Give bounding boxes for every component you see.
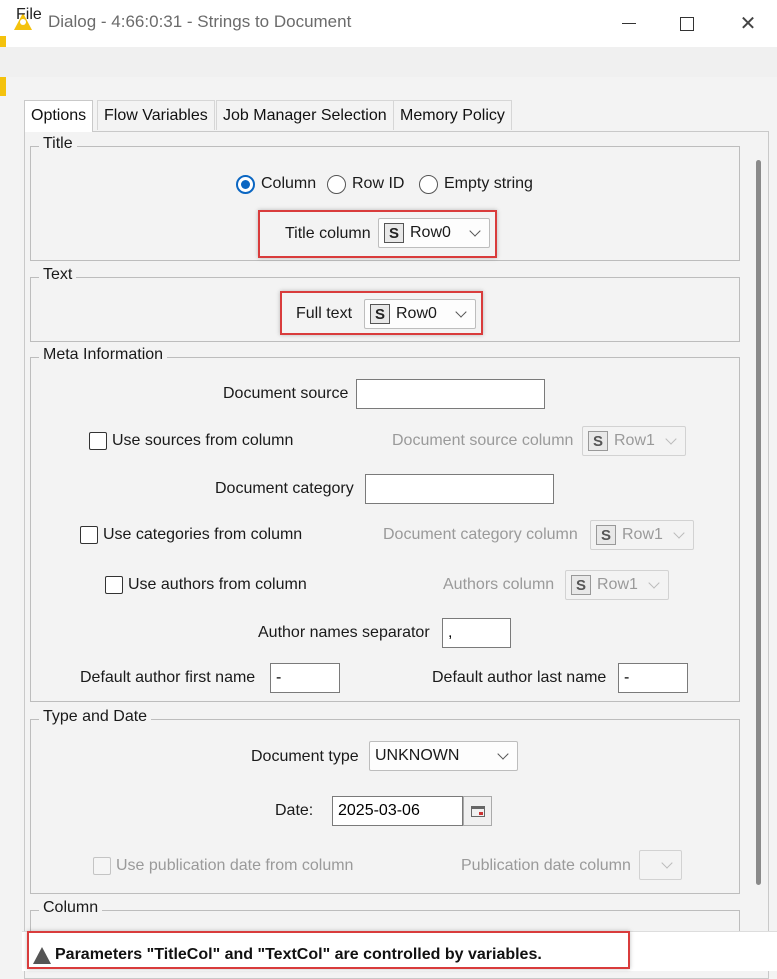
authors-column-label: Authors column <box>443 576 555 593</box>
column-group-legend: Column <box>39 899 103 917</box>
use-categories-checkbox[interactable] <box>80 526 98 544</box>
status-highlight <box>27 931 630 969</box>
authors-column-value: Row1 <box>597 576 638 593</box>
document-source-input[interactable] <box>356 379 545 409</box>
title-group-legend: Title <box>39 135 77 153</box>
use-publication-date-checkbox[interactable] <box>93 857 111 875</box>
document-source-label: Document source <box>223 385 349 402</box>
string-type-icon: S <box>571 575 591 595</box>
use-categories-label: Use categories from column <box>103 526 303 543</box>
author-separator-label: Author names separator <box>258 624 430 641</box>
document-category-column-select[interactable]: S Row1 <box>590 520 694 550</box>
default-first-name-label: Default author first name <box>80 669 256 686</box>
document-type-label: Document type <box>251 748 359 765</box>
tab-options[interactable]: Options <box>24 100 94 132</box>
document-category-input[interactable] <box>365 474 554 504</box>
maximize-button[interactable] <box>658 0 716 47</box>
radio-column[interactable] <box>236 175 255 194</box>
chevron-down-icon <box>497 748 509 760</box>
use-authors-checkbox[interactable] <box>105 576 123 594</box>
radio-empty-string-label: Empty string <box>444 175 533 192</box>
menu-file[interactable]: File <box>16 6 42 24</box>
author-separator-input[interactable] <box>442 618 511 648</box>
document-type-value: UNKNOWN <box>375 747 460 764</box>
document-source-column-select[interactable]: S Row1 <box>582 426 686 456</box>
tab-memory-policy[interactable]: Memory Policy <box>393 100 512 130</box>
use-publication-date-label: Use publication date from column <box>116 857 354 874</box>
title-column-highlight <box>258 210 497 258</box>
calendar-button[interactable] <box>463 796 492 826</box>
calendar-icon <box>470 805 485 817</box>
maximize-icon <box>680 16 694 31</box>
close-icon: ✕ <box>739 13 757 35</box>
document-source-column-value: Row1 <box>614 432 655 449</box>
document-category-label: Document category <box>215 480 354 497</box>
chevron-down-icon <box>665 433 677 445</box>
type-group-legend: Type and Date <box>39 708 152 726</box>
full-text-highlight <box>280 291 483 335</box>
chevron-down-icon <box>673 527 685 539</box>
document-category-column-label: Document category column <box>383 526 578 543</box>
menu-bar <box>0 47 777 77</box>
use-authors-label: Use authors from column <box>128 576 307 593</box>
date-input[interactable] <box>332 796 463 826</box>
authors-column-select[interactable]: S Row1 <box>565 570 669 600</box>
default-last-name-input[interactable] <box>618 663 688 693</box>
document-category-column-value: Row1 <box>622 526 663 543</box>
radio-row-id[interactable] <box>327 175 346 194</box>
default-last-name-label: Default author last name <box>432 669 607 686</box>
use-sources-checkbox[interactable] <box>89 432 107 450</box>
use-sources-label: Use sources from column <box>112 432 294 449</box>
radio-column-label: Column <box>261 175 317 192</box>
default-first-name-input[interactable] <box>270 663 340 693</box>
date-label: Date: <box>275 802 314 819</box>
document-source-column-label: Document source column <box>392 432 574 449</box>
window-title: Dialog - 4:66:0:31 - Strings to Document <box>48 12 352 31</box>
minimize-button[interactable] <box>600 0 658 47</box>
publication-date-column-label: Publication date column <box>461 857 631 874</box>
chevron-down-icon <box>648 577 660 589</box>
publication-date-column-select[interactable] <box>639 850 682 880</box>
text-group-legend: Text <box>39 266 77 284</box>
scrollbar-thumb[interactable] <box>756 160 761 885</box>
minimize-icon <box>622 23 636 24</box>
string-type-icon: S <box>588 431 608 451</box>
radio-empty-string[interactable] <box>419 175 438 194</box>
chevron-down-icon <box>661 857 673 869</box>
tab-job-manager-selection[interactable]: Job Manager Selection <box>216 100 394 130</box>
tab-flow-variables[interactable]: Flow Variables <box>97 100 215 130</box>
meta-group-legend: Meta Information <box>39 346 168 364</box>
document-type-select[interactable]: UNKNOWN <box>369 741 518 771</box>
close-button[interactable]: ✕ <box>719 0 777 47</box>
string-type-icon: S <box>596 525 616 545</box>
radio-row-id-label: Row ID <box>352 175 405 192</box>
